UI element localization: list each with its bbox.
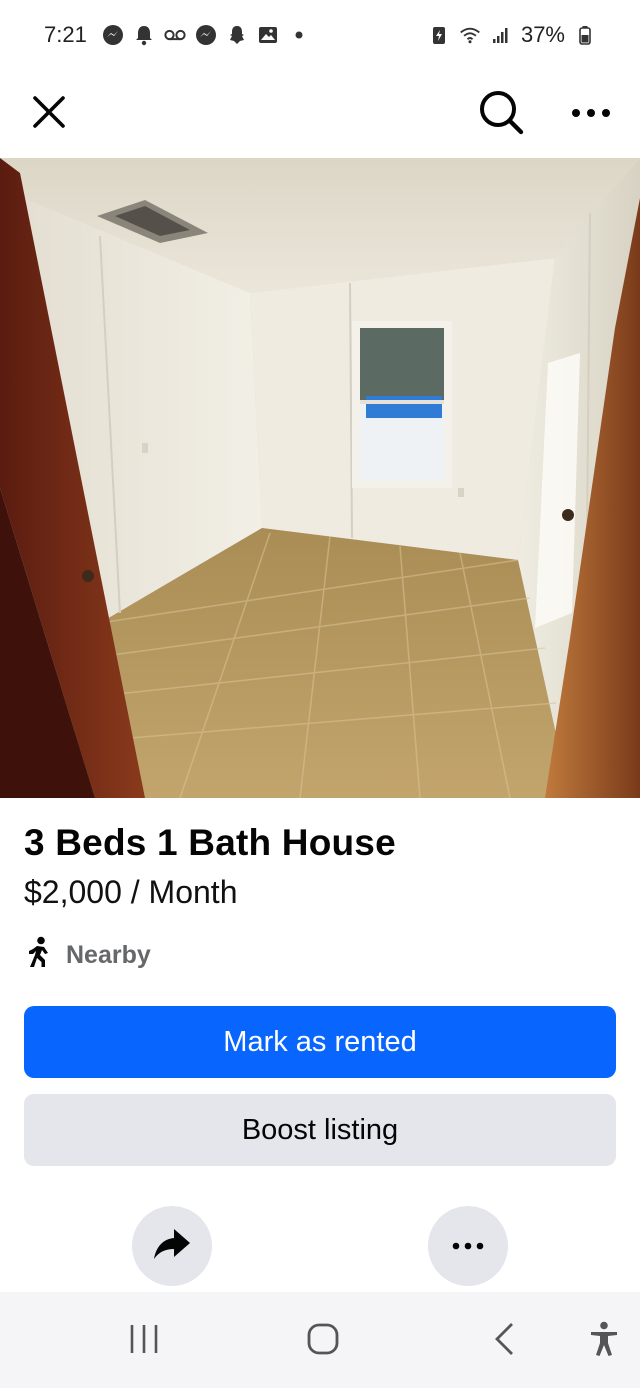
recent-apps-button[interactable] [119, 1316, 169, 1366]
listing-price: $2,000 / Month [24, 874, 238, 910]
more-icon [452, 1237, 484, 1255]
search-icon [478, 89, 524, 140]
close-icon [31, 94, 67, 135]
back-icon [492, 1321, 516, 1362]
status-bar: 7:21 37% [0, 0, 640, 70]
more-actions-button[interactable] [428, 1206, 508, 1286]
boost-listing-button[interactable]: Boost listing [24, 1094, 616, 1166]
back-button[interactable] [479, 1316, 529, 1366]
walking-icon [24, 936, 54, 975]
more-options-button[interactable] [566, 89, 616, 139]
dot-icon [288, 24, 310, 46]
share-icon [152, 1226, 192, 1267]
signal-icon [490, 24, 512, 46]
status-bar-left: 7:21 [44, 22, 310, 48]
search-button[interactable] [476, 89, 526, 139]
bell-icon [133, 24, 155, 46]
status-bar-right: 37% [428, 22, 596, 48]
home-icon [306, 1322, 340, 1361]
voicemail-icon [164, 24, 186, 46]
accessibility-button[interactable] [579, 1316, 629, 1366]
battery-percent: 37% [520, 22, 565, 47]
listing-location: Nearby [24, 936, 151, 975]
location-label: Nearby [66, 941, 151, 969]
wifi-icon [459, 24, 481, 46]
listing-photo[interactable] [0, 158, 640, 798]
gallery-icon [257, 24, 279, 46]
listing-title: 3 Beds 1 Bath House [24, 822, 396, 863]
status-time: 7:21 [44, 22, 87, 47]
mark-as-rented-button[interactable]: Mark as rented [24, 1006, 616, 1078]
snapchat-icon [226, 24, 248, 46]
system-nav-bar [0, 1292, 640, 1388]
messenger-icon [195, 24, 217, 46]
top-bar [0, 70, 640, 158]
messenger-icon [102, 24, 124, 46]
accessibility-icon [589, 1321, 619, 1362]
room-photo-image [0, 158, 640, 798]
battery-saver-icon [428, 24, 450, 46]
close-button[interactable] [24, 89, 74, 139]
battery-icon [574, 24, 596, 46]
share-button[interactable] [132, 1206, 212, 1286]
more-icon [571, 105, 611, 123]
recent-apps-icon [127, 1323, 161, 1360]
home-button[interactable] [298, 1316, 348, 1366]
